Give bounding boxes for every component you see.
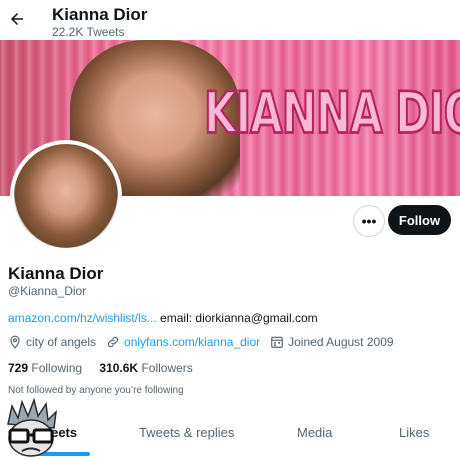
location-pin-icon xyxy=(10,335,20,349)
followers-label: Followers xyxy=(138,361,193,375)
banner-wordmark: KIANNA DIOR xyxy=(203,79,460,148)
bio-email-text: email: diorkianna@gmail.com xyxy=(156,311,318,325)
page-title: Kianna Dior xyxy=(52,5,148,24)
back-arrow-icon[interactable] xyxy=(6,8,28,30)
follow-stats: 729 Following 310.6K Followers xyxy=(8,361,193,375)
avatar[interactable] xyxy=(10,140,122,252)
joined-item: Joined August 2009 xyxy=(270,335,394,349)
profile-meta: city of angels onlyfans.com/kianna_dior … xyxy=(8,335,404,349)
profile-name: Kianna Dior xyxy=(8,264,104,283)
website-item[interactable]: onlyfans.com/kianna_dior xyxy=(106,335,260,349)
followers-count: 310.6K xyxy=(99,361,139,375)
tab-tweets-replies[interactable]: Tweets & replies xyxy=(139,425,234,440)
following-label: Following xyxy=(28,361,83,375)
top-bar: Kianna Dior 22.2K Tweets xyxy=(0,0,460,40)
following-count: 729 xyxy=(8,361,29,375)
not-followed-note: Not followed by anyone you’re following xyxy=(8,385,184,396)
wishlist-link[interactable]: amazon.com/hz/wishlist/ls... xyxy=(8,311,157,325)
profile-tabs: Tweets Tweets & replies Media Likes xyxy=(0,415,460,455)
location-item: city of angels xyxy=(8,335,96,349)
tweet-count: 22.2K Tweets xyxy=(52,25,125,39)
mascot-logo xyxy=(7,398,58,457)
website-link[interactable]: onlyfans.com/kianna_dior xyxy=(124,335,260,349)
calendar-icon xyxy=(271,336,283,348)
link-icon xyxy=(107,336,119,348)
profile-bio: amazon.com/hz/wishlist/ls... email: dior… xyxy=(8,311,318,325)
joined-text: Joined August 2009 xyxy=(288,335,394,349)
location-text: city of angels xyxy=(26,335,97,349)
following-stat[interactable]: 729 Following xyxy=(8,361,82,375)
profile-handle: @Kianna_Dior xyxy=(8,284,87,298)
follow-button[interactable]: Follow xyxy=(388,205,451,235)
more-options-button[interactable]: ••• xyxy=(353,205,385,237)
tab-media[interactable]: Media xyxy=(297,425,332,440)
tab-likes[interactable]: Likes xyxy=(399,425,429,440)
followers-stat[interactable]: 310.6K Followers xyxy=(99,361,192,375)
